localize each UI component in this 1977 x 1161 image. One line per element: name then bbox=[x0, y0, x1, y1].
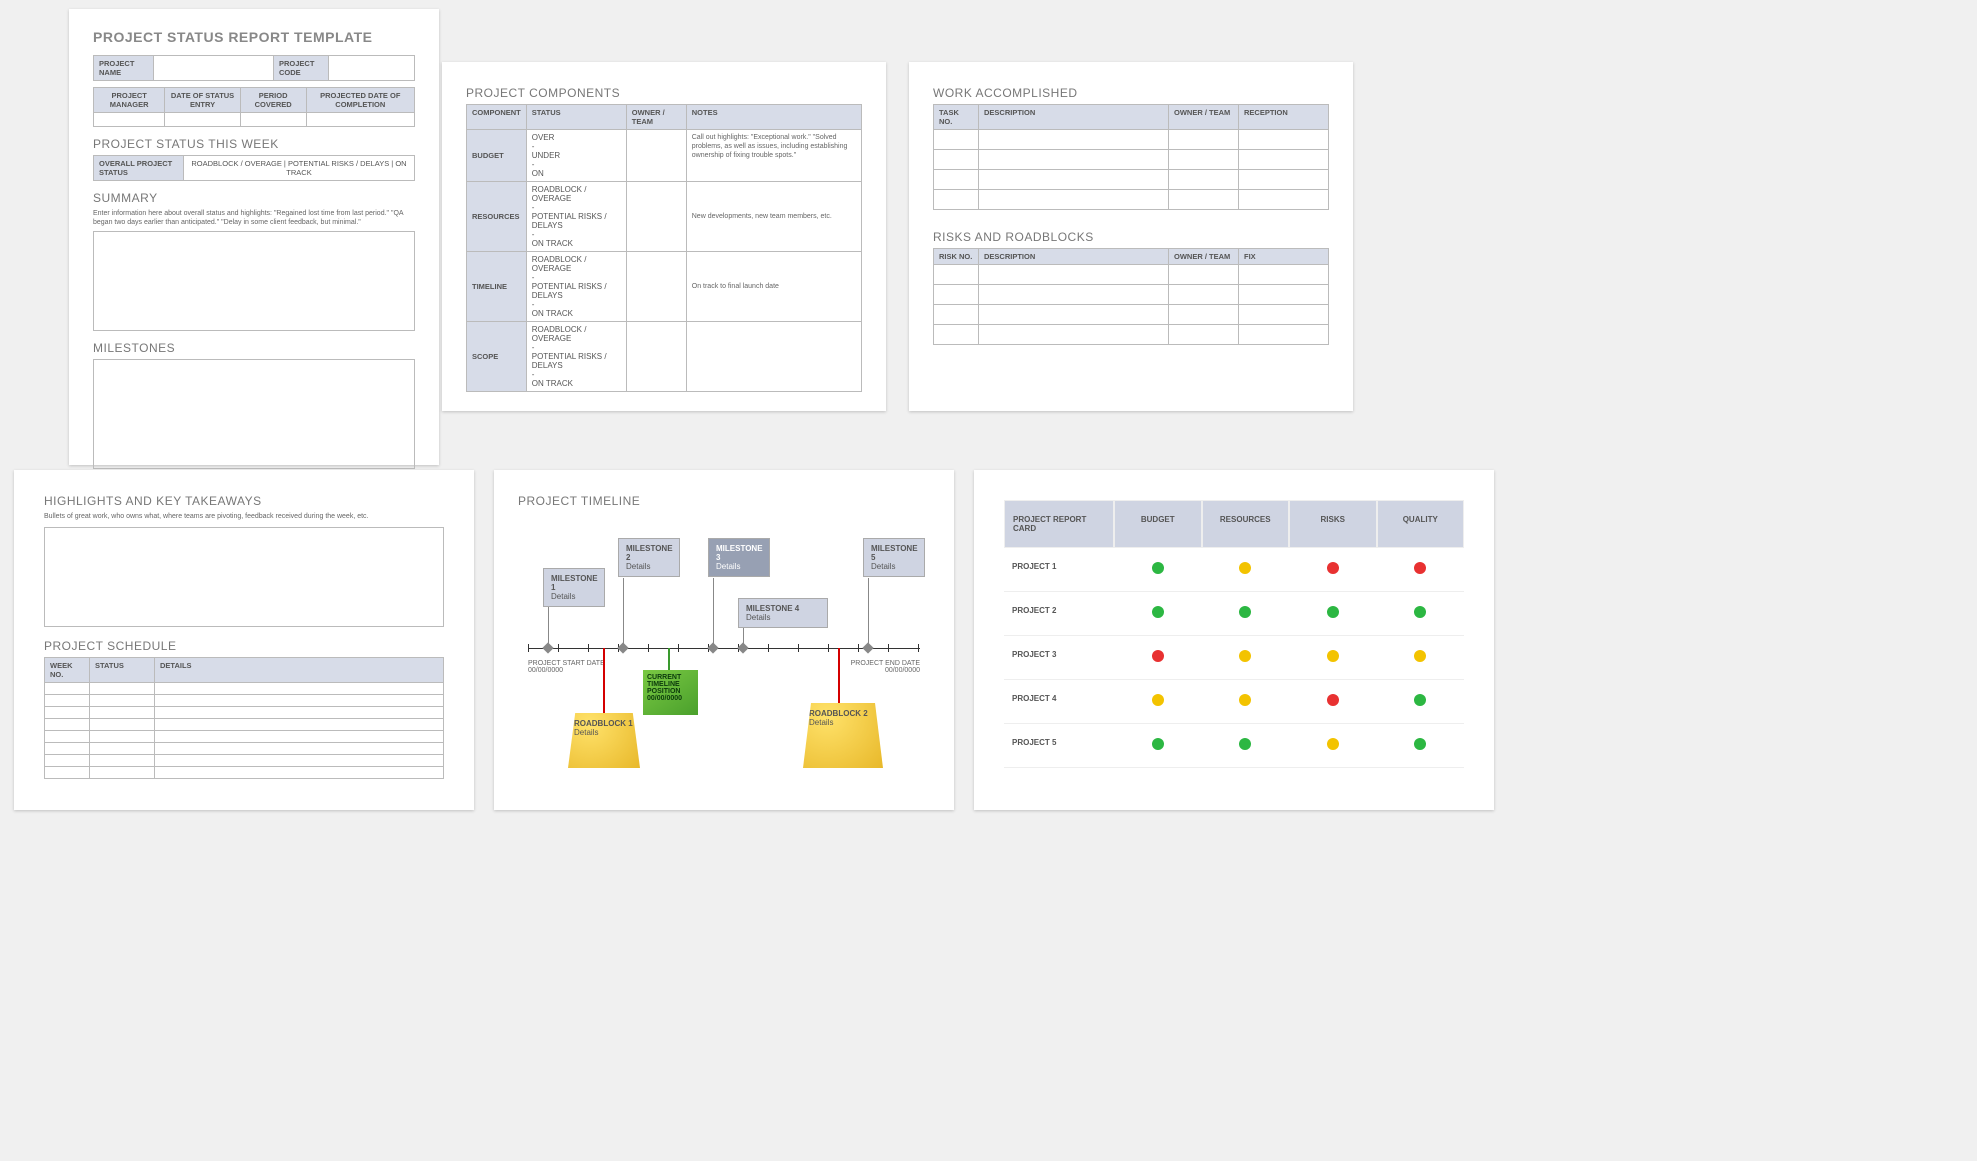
highlights-schedule-page: HIGHLIGHTS AND KEY TAKEAWAYS Bullets of … bbox=[14, 470, 474, 810]
overall-status-label: OVERALL PROJECT STATUS bbox=[94, 156, 184, 181]
project-components-page: PROJECT COMPONENTS COMPONENT STATUS OWNE… bbox=[442, 62, 886, 411]
status-report-page: PROJECT STATUS REPORT TEMPLATE PROJECT N… bbox=[69, 9, 439, 465]
project-report-card-page: PROJECT REPORT CARD BUDGET RESOURCES RIS… bbox=[974, 470, 1494, 810]
project-meta-table-2: PROJECT MANAGER DATE OF STATUS ENTRY PER… bbox=[93, 87, 415, 127]
pm-label: PROJECT MANAGER bbox=[94, 88, 165, 113]
report-card-grid: PROJECT REPORT CARD BUDGET RESOURCES RIS… bbox=[1004, 500, 1464, 768]
col-status: STATUS bbox=[526, 105, 626, 130]
completion-label: PROJECTED DATE OF COMPLETION bbox=[306, 88, 414, 113]
status-week-heading: PROJECT STATUS THIS WEEK bbox=[93, 137, 415, 151]
project-code-label: PROJECT CODE bbox=[274, 56, 329, 81]
period-label: PERIOD COVERED bbox=[240, 88, 306, 113]
timeline-diagram: PROJECT START DATE00/00/0000 PROJECT END… bbox=[518, 518, 930, 778]
timeline-title: PROJECT TIMELINE bbox=[518, 494, 930, 508]
schedule-title: PROJECT SCHEDULE bbox=[44, 639, 444, 653]
highlights-help: Bullets of great work, who owns what, wh… bbox=[44, 512, 444, 521]
row-timeline: TIMELINE bbox=[467, 252, 527, 322]
report-card-title: PROJECT REPORT CARD bbox=[1004, 500, 1114, 548]
milestones-heading: MILESTONES bbox=[93, 341, 415, 355]
risks-table: RISK NO. DESCRIPTION OWNER / TEAM FIX bbox=[933, 248, 1329, 345]
risks-title: RISKS AND ROADBLOCKS bbox=[933, 230, 1329, 244]
milestone-5-card: MILESTONE 5Details bbox=[863, 538, 925, 577]
work-risks-page: WORK ACCOMPLISHED TASK NO. DESCRIPTION O… bbox=[909, 62, 1353, 411]
timeline-axis bbox=[528, 648, 920, 649]
status-options[interactable]: ROADBLOCK / OVERAGE | POTENTIAL RISKS / … bbox=[184, 156, 415, 181]
project-name-label: PROJECT NAME bbox=[94, 56, 154, 81]
page-title: PROJECT STATUS REPORT TEMPLATE bbox=[93, 29, 415, 45]
row-scope: SCOPE bbox=[467, 322, 527, 392]
milestone-1-card: MILESTONE 1Details bbox=[543, 568, 605, 607]
roadblock-2-card: ROADBLOCK 2Details bbox=[803, 703, 883, 768]
milestones-box[interactable] bbox=[93, 359, 415, 469]
date-label: DATE OF STATUS ENTRY bbox=[165, 88, 240, 113]
status-dot bbox=[1114, 548, 1202, 592]
work-table: TASK NO. DESCRIPTION OWNER / TEAM RECEPT… bbox=[933, 104, 1329, 210]
row-budget: BUDGET bbox=[467, 130, 527, 182]
col-component: COMPONENT bbox=[467, 105, 527, 130]
components-title: PROJECT COMPONENTS bbox=[466, 86, 862, 100]
roadblock-1-card: ROADBLOCK 1Details bbox=[568, 713, 640, 768]
project-meta-table-1: PROJECT NAME PROJECT CODE bbox=[93, 55, 415, 81]
project-code-field[interactable] bbox=[329, 56, 415, 81]
milestone-4-card: MILESTONE 4Details bbox=[738, 598, 828, 628]
schedule-table: WEEK NO. STATUS DETAILS bbox=[44, 657, 444, 779]
work-title: WORK ACCOMPLISHED bbox=[933, 86, 1329, 100]
current-position-note: CURRENT TIMELINE POSITION 00/00/0000 bbox=[643, 670, 698, 715]
milestone-3-card: MILESTONE 3Details bbox=[708, 538, 770, 577]
summary-heading: SUMMARY bbox=[93, 191, 415, 205]
project-timeline-page: PROJECT TIMELINE PROJECT START DATE00/00… bbox=[494, 470, 954, 810]
row-resources: RESOURCES bbox=[467, 182, 527, 252]
highlights-title: HIGHLIGHTS AND KEY TAKEAWAYS bbox=[44, 494, 444, 508]
highlights-box[interactable] bbox=[44, 527, 444, 627]
components-table: COMPONENT STATUS OWNER / TEAM NOTES BUDG… bbox=[466, 104, 862, 392]
timeline-end-label: PROJECT END DATE00/00/0000 bbox=[851, 660, 920, 674]
project-name-field[interactable] bbox=[154, 56, 274, 81]
timeline-start-label: PROJECT START DATE00/00/0000 bbox=[528, 660, 605, 674]
summary-help: Enter information here about overall sta… bbox=[93, 209, 415, 227]
col-notes: NOTES bbox=[686, 105, 861, 130]
status-week-table: OVERALL PROJECT STATUS ROADBLOCK / OVERA… bbox=[93, 155, 415, 181]
col-owner: OWNER / TEAM bbox=[626, 105, 686, 130]
milestone-2-card: MILESTONE 2Details bbox=[618, 538, 680, 577]
summary-box[interactable] bbox=[93, 231, 415, 331]
